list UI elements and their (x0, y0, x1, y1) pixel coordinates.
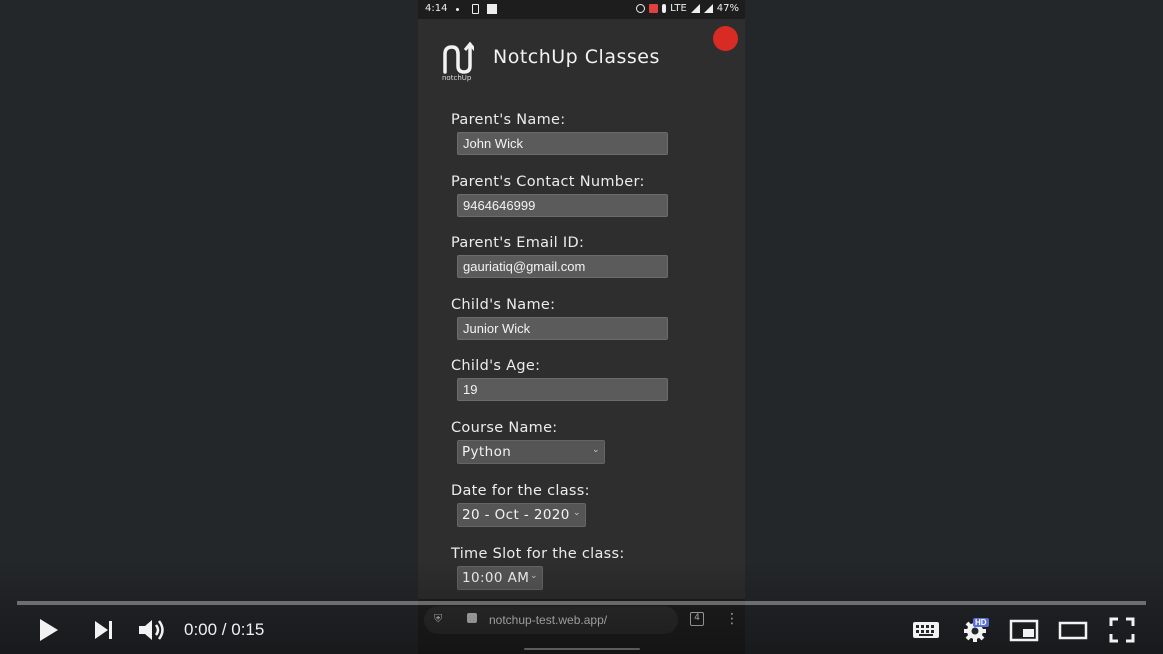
app-page: notchUp NotchUp Classes Parent's Name: J… (418, 19, 745, 599)
gesture-home-bar[interactable] (524, 648, 640, 650)
chevron-down-icon: ⌄ (530, 571, 538, 581)
volume-icon[interactable] (135, 614, 167, 646)
more-menu-icon[interactable]: ⋮ (725, 611, 739, 627)
lock-icon (467, 613, 477, 623)
hd-badge: HD (973, 618, 989, 627)
battery-level: 47% (716, 3, 739, 14)
network-label: LTE (670, 3, 687, 14)
shield-icon[interactable]: ⛨ (434, 612, 442, 626)
next-icon[interactable] (87, 614, 119, 646)
phone-icon (472, 4, 479, 14)
email-label: Parent's Email ID: (451, 235, 585, 251)
course-select[interactable]: Python ⌄ (457, 440, 605, 464)
browser-url-bar: ⛨ notchup-test.web.app/ 4 ⋮ (418, 599, 745, 654)
date-select-value: 20 - Oct - 2020 (462, 507, 570, 523)
time-display: 0:00 / 0:15 (184, 620, 265, 639)
status-icons: LTE 47% (636, 3, 739, 14)
record-indicator (713, 26, 738, 51)
play-icon[interactable] (32, 614, 64, 646)
child-age-label: Child's Age: (451, 358, 541, 374)
date-select[interactable]: 20 - Oct - 2020 ⌄ (457, 503, 586, 527)
child-name-label: Child's Name: (451, 297, 556, 313)
gallery-icon (487, 4, 497, 14)
child-name-input[interactable]: Junior Wick (457, 317, 668, 340)
parent-name-input[interactable]: John Wick (457, 132, 668, 155)
page-title: NotchUp Classes (493, 46, 660, 68)
child-age-input[interactable]: 19 (457, 378, 668, 401)
phone-screen: 4:14 LTE 47% notchUp NotchUp Classes Par… (418, 0, 745, 654)
email-input[interactable]: gauriatiq@gmail.com (457, 255, 668, 278)
signal-icon-2 (703, 4, 713, 13)
status-time: 4:14 (425, 3, 448, 14)
time-slot-select-value: 10:00 AM (462, 570, 530, 586)
contact-number-label: Parent's Contact Number: (451, 174, 645, 190)
time-slot-select[interactable]: 10:00 AM ⌄ (457, 566, 543, 590)
cast-icon (649, 4, 659, 13)
course-label: Course Name: (451, 420, 558, 436)
fullscreen-icon[interactable] (1106, 614, 1138, 646)
keyboard-icon[interactable] (910, 614, 942, 646)
logo-wordmark: notchUp (442, 74, 472, 82)
miniplayer-icon[interactable] (1008, 614, 1040, 646)
notification-dot-icon (456, 8, 459, 11)
course-select-value: Python (462, 444, 512, 460)
parent-name-label: Parent's Name: (451, 112, 566, 128)
alarm-icon (636, 4, 646, 13)
url-text[interactable]: notchup-test.web.app/ (489, 613, 607, 627)
mic-icon (662, 4, 667, 13)
chevron-down-icon: ⌄ (573, 508, 581, 518)
progress-bar[interactable] (17, 601, 1146, 605)
contact-number-input[interactable]: 9464646999 (457, 194, 668, 217)
time-slot-label: Time Slot for the class: (451, 546, 625, 562)
theater-mode-icon[interactable] (1057, 614, 1089, 646)
chevron-down-icon: ⌄ (592, 445, 600, 455)
tabs-button[interactable]: 4 (690, 612, 704, 626)
signal-icon (690, 4, 700, 13)
status-bar: 4:14 LTE 47% (418, 0, 745, 19)
date-label: Date for the class: (451, 483, 590, 499)
